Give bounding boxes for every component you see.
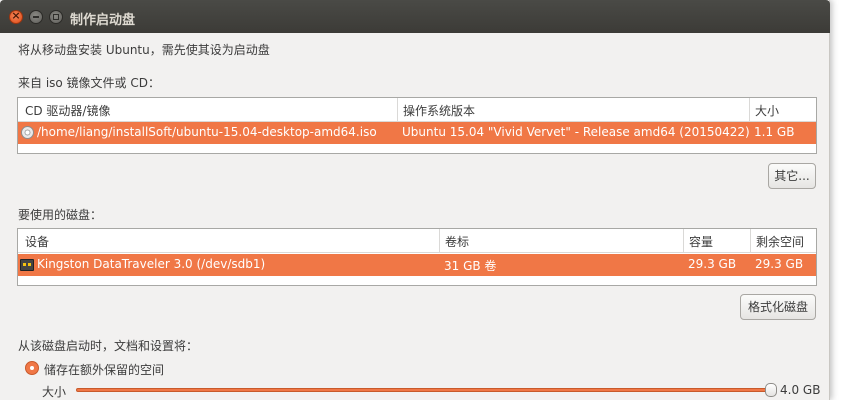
disk-section-label: 要使用的磁盘： bbox=[18, 208, 103, 222]
persistence-section-label: 从该磁盘启动时，文档和设置将： bbox=[18, 339, 199, 353]
close-button[interactable]: × bbox=[9, 9, 23, 24]
source-os-version: Ubuntu 15.04 "Vivid Vervet" - Release am… bbox=[402, 125, 750, 139]
column-header-free-space[interactable]: 剩余空间 bbox=[756, 233, 804, 250]
source-table[interactable]: CD 驱动器/镜像 操作系统版本 大小 /home/liang/installS… bbox=[17, 97, 817, 154]
column-header-version[interactable]: 操作系统版本 bbox=[403, 102, 475, 119]
disk-volume-label: 31 GB 卷 bbox=[444, 259, 497, 273]
size-slider-handle[interactable] bbox=[765, 383, 777, 397]
cd-icon bbox=[21, 126, 34, 139]
maximize-button[interactable] bbox=[49, 10, 63, 24]
source-image-path: /home/liang/installSoft/ubuntu-15.04-des… bbox=[37, 125, 377, 139]
size-label: 大小 bbox=[42, 385, 67, 399]
source-section-label: 来自 iso 镜像文件或 CD： bbox=[18, 76, 160, 90]
source-row-selected[interactable]: /home/liang/installSoft/ubuntu-15.04-des… bbox=[18, 122, 816, 144]
window-title: 制作启动盘 bbox=[70, 13, 136, 28]
usb-drive-icon bbox=[20, 259, 34, 271]
size-slider-track[interactable] bbox=[76, 388, 773, 392]
disk-table[interactable]: 设备 卷标 容量 剩余空间 Kingston DataTraveler 3.0 … bbox=[17, 228, 817, 286]
column-header-size[interactable]: 大小 bbox=[755, 102, 779, 119]
format-disk-button[interactable]: 格式化磁盘 bbox=[740, 294, 816, 320]
make-startup-disk-window: × 制作启动盘 将从移动盘安装 Ubuntu，需先使其设为启动盘 来自 iso … bbox=[0, 0, 830, 400]
minimize-button[interactable] bbox=[29, 10, 43, 24]
column-header-image[interactable]: CD 驱动器/镜像 bbox=[25, 102, 110, 119]
title-bar[interactable]: × 制作启动盘 bbox=[0, 0, 830, 33]
minimize-icon bbox=[33, 16, 39, 18]
intro-text: 将从移动盘安装 Ubuntu，需先使其设为启动盘 bbox=[18, 43, 270, 57]
disk-table-header: 设备 卷标 容量 剩余空间 bbox=[18, 229, 816, 253]
column-header-capacity[interactable]: 容量 bbox=[689, 233, 713, 250]
other-button[interactable]: 其它... bbox=[768, 163, 816, 189]
maximize-icon bbox=[53, 14, 59, 20]
column-header-label[interactable]: 卷标 bbox=[445, 233, 469, 250]
reserve-space-option-label[interactable]: 储存在额外保留的空间 bbox=[44, 361, 164, 378]
size-value: 4.0 GB bbox=[780, 383, 821, 397]
close-icon: × bbox=[11, 9, 21, 22]
disk-capacity: 29.3 GB bbox=[688, 257, 737, 271]
column-header-device[interactable]: 设备 bbox=[25, 233, 49, 250]
disk-row-selected[interactable]: Kingston DataTraveler 3.0 (/dev/sdb1) 31… bbox=[18, 254, 816, 276]
disk-free-space: 29.3 GB bbox=[755, 257, 804, 271]
source-table-header: CD 驱动器/镜像 操作系统版本 大小 bbox=[18, 98, 816, 122]
disk-device: Kingston DataTraveler 3.0 (/dev/sdb1) bbox=[37, 257, 266, 271]
reserve-space-radio[interactable] bbox=[25, 361, 39, 375]
source-size: 1.1 GB bbox=[754, 125, 795, 139]
